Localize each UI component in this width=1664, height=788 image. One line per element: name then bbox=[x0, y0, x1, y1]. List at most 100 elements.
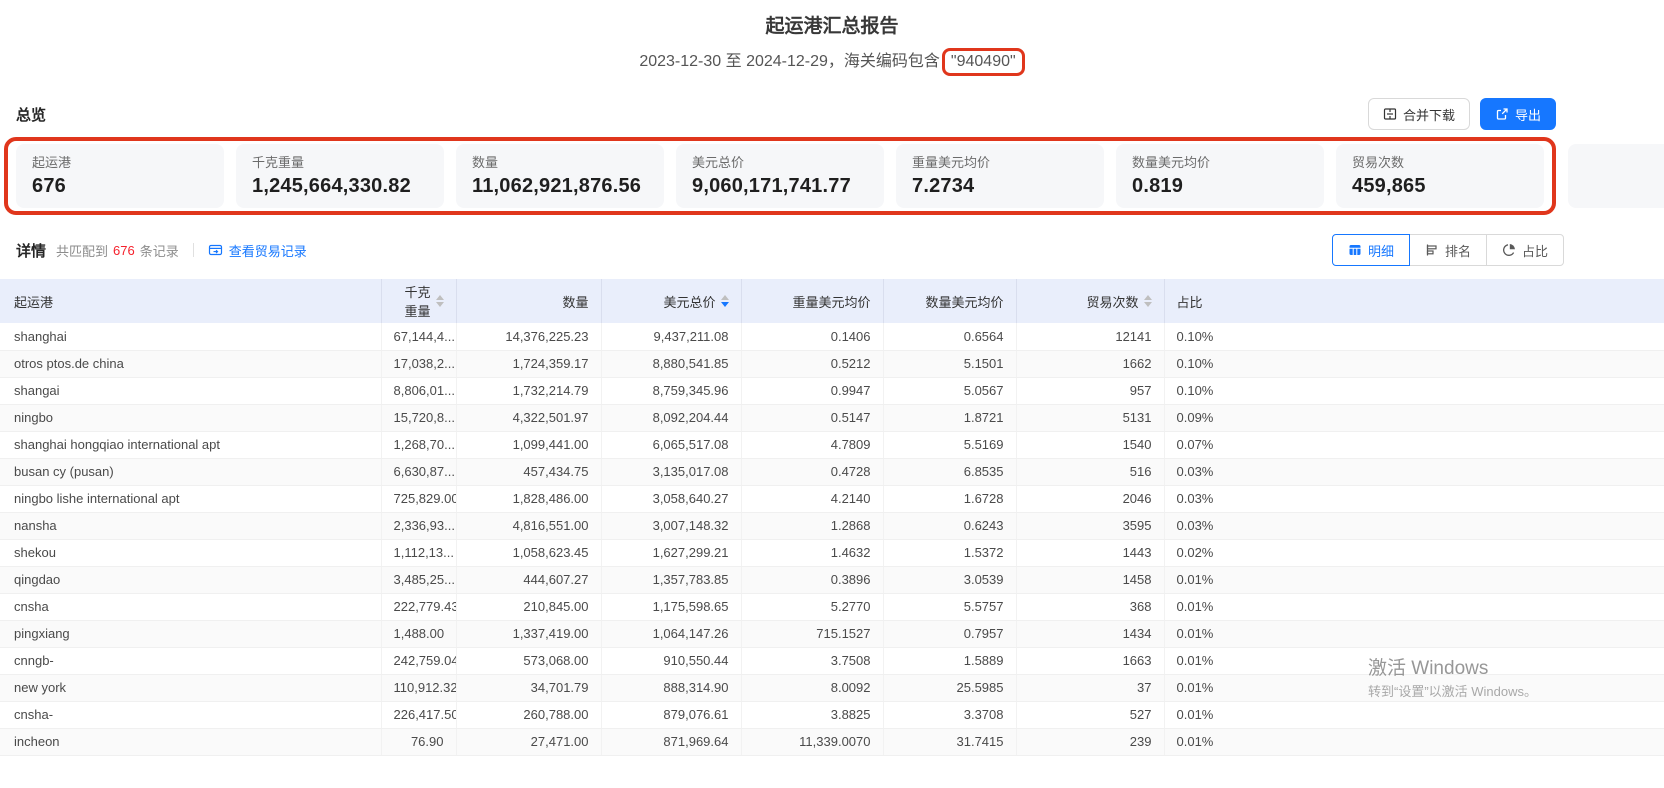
col-header-usd-total[interactable]: 美元总价 bbox=[601, 279, 741, 323]
table-row[interactable]: nansha2,336,93...4,816,551.003,007,148.3… bbox=[0, 512, 1664, 539]
cell-quantity: 34,701.79 bbox=[456, 674, 601, 701]
cell-quantity: 4,322,501.97 bbox=[456, 404, 601, 431]
summary-card-value: 676 bbox=[32, 172, 208, 200]
tab-detail[interactable]: 明细 bbox=[1332, 234, 1410, 266]
cell-port: ningbo bbox=[0, 404, 381, 431]
table-row[interactable]: shekou1,112,13...1,058,623.451,627,299.2… bbox=[0, 539, 1664, 566]
merge-download-button[interactable]: 合并下载 bbox=[1368, 98, 1470, 130]
summary-card-label: 数量美元均价 bbox=[1132, 154, 1308, 172]
cell-usd-total: 6,065,517.08 bbox=[601, 431, 741, 458]
view-trade-records-link[interactable]: 查看贸易记录 bbox=[208, 241, 307, 260]
overview-cards-section: 起运港 676 千克重量 1,245,664,330.82 数量 11,062,… bbox=[16, 144, 1648, 208]
export-button[interactable]: 导出 bbox=[1480, 98, 1556, 130]
cell-share: 0.03% bbox=[1164, 512, 1664, 539]
cell-quantity: 14,376,225.23 bbox=[456, 323, 601, 350]
table-row[interactable]: cnsha-226,417.50260,788.00879,076.613.88… bbox=[0, 701, 1664, 728]
cell-usd-per-weight: 11,339.0070 bbox=[741, 728, 883, 755]
cell-usd-per-weight: 0.5212 bbox=[741, 350, 883, 377]
details-section-label: 详情 bbox=[16, 240, 46, 261]
col-header-trade-count[interactable]: 贸易次数 bbox=[1016, 279, 1164, 323]
col-header-share: 占比 bbox=[1164, 279, 1664, 323]
tab-ranking[interactable]: 排名 bbox=[1409, 234, 1487, 266]
sort-icons[interactable] bbox=[721, 295, 729, 307]
cell-kg-weight: 222,779.43 bbox=[381, 593, 456, 620]
table-row[interactable]: pingxiang1,488.001,337,419.001,064,147.2… bbox=[0, 620, 1664, 647]
cell-trade-count: 239 bbox=[1016, 728, 1164, 755]
summary-card: 数量美元均价 0.819 bbox=[1116, 144, 1324, 208]
cell-share: 0.03% bbox=[1164, 485, 1664, 512]
cell-quantity: 444,607.27 bbox=[456, 566, 601, 593]
table-row[interactable]: new york110,912.3234,701.79888,314.908.0… bbox=[0, 674, 1664, 701]
cell-kg-weight: 226,417.50 bbox=[381, 701, 456, 728]
cell-kg-weight: 76.90 bbox=[381, 728, 456, 755]
tab-share[interactable]: 占比 bbox=[1486, 234, 1564, 266]
cell-port: shanghai bbox=[0, 323, 381, 350]
table-row[interactable]: shangai8,806,01...1,732,214.798,759,345.… bbox=[0, 377, 1664, 404]
cell-port: shanghai hongqiao international apt bbox=[0, 431, 381, 458]
cell-usd-per-qty: 5.1501 bbox=[883, 350, 1016, 377]
cell-usd-per-qty: 31.7415 bbox=[883, 728, 1016, 755]
vertical-divider bbox=[193, 243, 194, 257]
sort-icons[interactable] bbox=[1144, 295, 1152, 307]
cell-share: 0.09% bbox=[1164, 404, 1664, 431]
cell-share: 0.01% bbox=[1164, 620, 1664, 647]
report-header: 起运港汇总报告 2023-12-30 至 2024-12-29，海关编码包含"9… bbox=[0, 0, 1664, 76]
cell-usd-per-qty: 6.8535 bbox=[883, 458, 1016, 485]
pie-chart-icon bbox=[1502, 243, 1516, 257]
cell-usd-per-qty: 5.0567 bbox=[883, 377, 1016, 404]
cell-usd-per-weight: 1.2868 bbox=[741, 512, 883, 539]
cell-kg-weight: 8,806,01... bbox=[381, 377, 456, 404]
cell-usd-per-weight: 5.2770 bbox=[741, 593, 883, 620]
cell-quantity: 1,724,359.17 bbox=[456, 350, 601, 377]
cell-kg-weight: 67,144,4... bbox=[381, 323, 456, 350]
cell-trade-count: 1662 bbox=[1016, 350, 1164, 377]
view-mode-segmented: 明细 排名 占比 bbox=[1332, 234, 1564, 266]
cell-quantity: 457,434.75 bbox=[456, 458, 601, 485]
summary-card-value: 11,062,921,876.56 bbox=[472, 172, 648, 200]
cell-kg-weight: 1,112,13... bbox=[381, 539, 456, 566]
table-row[interactable]: ningbo15,720,8...4,322,501.978,092,204.4… bbox=[0, 404, 1664, 431]
table-row[interactable]: shanghai hongqiao international apt1,268… bbox=[0, 431, 1664, 458]
col-header-kg-weight[interactable]: 千克重量 bbox=[381, 279, 456, 323]
cell-share: 0.01% bbox=[1164, 728, 1664, 755]
merge-cells-icon bbox=[1383, 107, 1397, 121]
cell-trade-count: 527 bbox=[1016, 701, 1164, 728]
summary-cards-row: 起运港 676 千克重量 1,245,664,330.82 数量 11,062,… bbox=[16, 144, 1648, 208]
cell-usd-total: 871,969.64 bbox=[601, 728, 741, 755]
table-row[interactable]: cnngb-242,759.04573,068.00910,550.443.75… bbox=[0, 647, 1664, 674]
cell-usd-per-qty: 0.6564 bbox=[883, 323, 1016, 350]
cell-usd-total: 910,550.44 bbox=[601, 647, 741, 674]
cell-usd-per-qty: 3.3708 bbox=[883, 701, 1016, 728]
cell-usd-total: 879,076.61 bbox=[601, 701, 741, 728]
cell-share: 0.10% bbox=[1164, 323, 1664, 350]
ports-table: 起运港 千克重量 数量 美元总价 重量美元均价 数量美元均价 bbox=[0, 279, 1664, 756]
table-row[interactable]: ningbo lishe international apt725,829.00… bbox=[0, 485, 1664, 512]
table-row[interactable]: shanghai67,144,4...14,376,225.239,437,21… bbox=[0, 323, 1664, 350]
cell-trade-count: 5131 bbox=[1016, 404, 1164, 431]
cell-usd-per-weight: 3.8825 bbox=[741, 701, 883, 728]
ranking-bars-icon bbox=[1425, 243, 1439, 257]
table-row[interactable]: otros ptos.de china17,038,2...1,724,359.… bbox=[0, 350, 1664, 377]
summary-card-label: 千克重量 bbox=[252, 154, 428, 172]
cell-kg-weight: 725,829.00 bbox=[381, 485, 456, 512]
cell-usd-total: 3,007,148.32 bbox=[601, 512, 741, 539]
cell-trade-count: 1443 bbox=[1016, 539, 1164, 566]
cell-usd-per-qty: 1.6728 bbox=[883, 485, 1016, 512]
cell-trade-count: 1434 bbox=[1016, 620, 1164, 647]
cell-usd-per-weight: 715.1527 bbox=[741, 620, 883, 647]
cell-usd-per-weight: 8.0092 bbox=[741, 674, 883, 701]
summary-card-label: 数量 bbox=[472, 154, 648, 172]
cell-share: 0.10% bbox=[1164, 350, 1664, 377]
sort-icons[interactable] bbox=[436, 295, 444, 307]
cell-kg-weight: 110,912.32 bbox=[381, 674, 456, 701]
table-row[interactable]: busan cy (pusan)6,630,87...457,434.753,1… bbox=[0, 458, 1664, 485]
match-count: 676 bbox=[113, 243, 135, 258]
cell-quantity: 1,828,486.00 bbox=[456, 485, 601, 512]
table-row[interactable]: qingdao3,485,25...444,607.271,357,783.85… bbox=[0, 566, 1664, 593]
summary-card-label: 贸易次数 bbox=[1352, 154, 1528, 172]
table-row[interactable]: cnsha222,779.43210,845.001,175,598.655.2… bbox=[0, 593, 1664, 620]
table-row[interactable]: incheon76.9027,471.00871,969.6411,339.00… bbox=[0, 728, 1664, 755]
cell-port: cnsha bbox=[0, 593, 381, 620]
cell-port: cnngb- bbox=[0, 647, 381, 674]
cell-trade-count: 3595 bbox=[1016, 512, 1164, 539]
